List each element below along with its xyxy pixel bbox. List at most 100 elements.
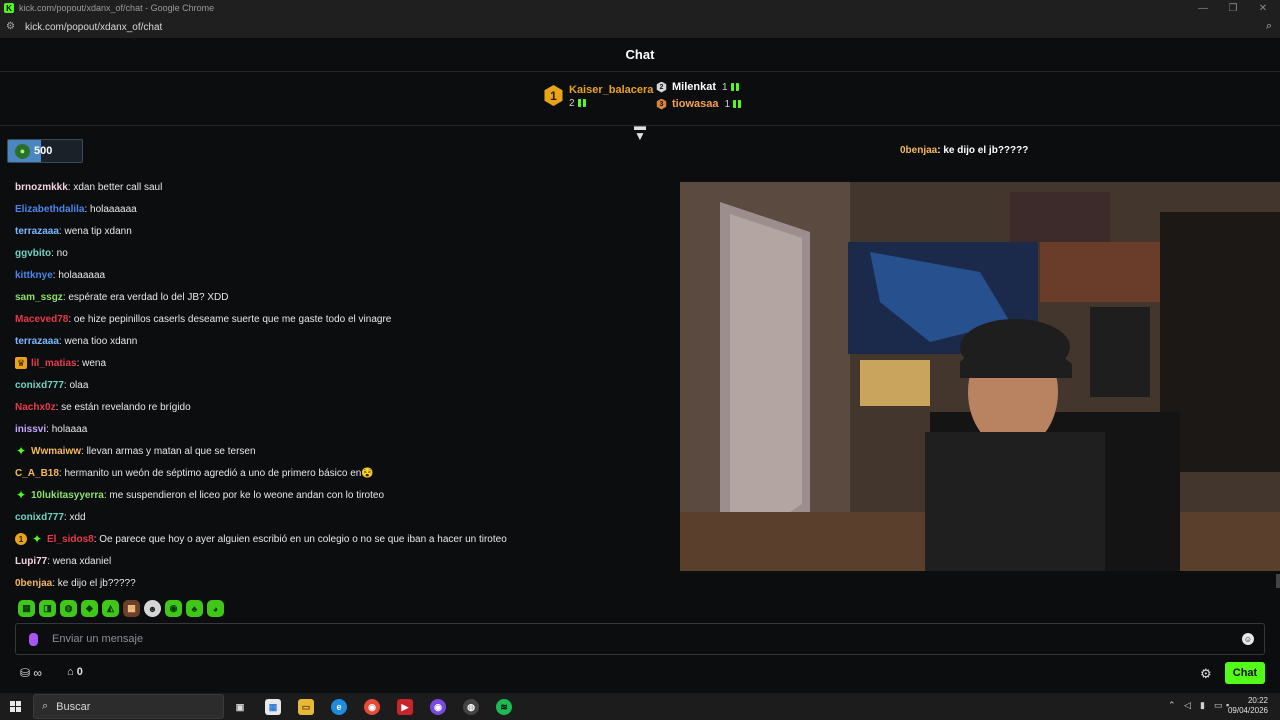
app-icon-grey[interactable]: ◍ xyxy=(463,699,479,715)
chat-username[interactable]: terrazaaa xyxy=(15,226,59,237)
chat-username[interactable]: conixd777 xyxy=(15,512,64,523)
leaderboard-third[interactable]: 3 tiowasaa 1 xyxy=(656,98,742,110)
chat-username[interactable]: brnozmkkk xyxy=(15,182,68,193)
chat-username[interactable]: El_sidos8 xyxy=(47,534,94,545)
chat-username[interactable]: conixd777 xyxy=(15,380,64,391)
chat-username[interactable]: 0benjaa xyxy=(15,578,52,589)
chat-username[interactable]: sam_ssgz xyxy=(15,292,63,303)
sparkle-badge-icon: ✦ xyxy=(15,444,27,458)
minimize-icon[interactable]: — xyxy=(1188,0,1218,16)
kick-emote-10-icon[interactable]: ◕ xyxy=(207,600,224,617)
pinned-message-user[interactable]: 0benjaa xyxy=(900,145,937,156)
webcam-scene xyxy=(680,182,1280,571)
edge-icon[interactable]: e xyxy=(331,699,347,715)
taskbar-clock[interactable]: 20:22 09/04/2026 xyxy=(1228,696,1268,716)
leaderboard-first-name[interactable]: Kaiser_balacera xyxy=(569,84,653,96)
task-view-icon[interactable]: ▣ xyxy=(232,699,248,715)
chat-username[interactable]: Elizabethdalila xyxy=(15,204,84,215)
chat-username[interactable]: ggvbito xyxy=(15,248,51,259)
kick-emote-5-icon[interactable]: ◭ xyxy=(102,600,119,617)
site-info-icon[interactable]: ⚙ xyxy=(6,22,18,32)
microphone-icon[interactable] xyxy=(29,632,38,646)
chat-username[interactable]: Wwmaiww xyxy=(31,446,81,457)
zoom-icon[interactable]: ⌕ xyxy=(1266,20,1272,33)
chat-username[interactable]: lil_matias xyxy=(31,358,77,369)
app-icon-red[interactable]: ▶ xyxy=(397,699,413,715)
kicks-goal[interactable]: ● 500 xyxy=(7,139,83,163)
page-title: Chat xyxy=(625,47,655,62)
battery-icon[interactable]: ▭ xyxy=(1214,700,1223,711)
emote-quick-bar: ▦ ◨ ◍ ◆ ◭ ▩ ☻ ◉ ♣ ◕ xyxy=(18,600,224,617)
kick-emote-1-icon[interactable]: ▦ xyxy=(18,600,35,617)
chat-message-text: : wena tip xdann xyxy=(58,225,132,237)
address-bar[interactable]: ⚙ kick.com/popout/xdanx_of/chat ⌕ xyxy=(0,16,1280,38)
collapse-leaderboard-icon[interactable]: ▬ ▼ xyxy=(633,120,647,142)
kick-favicon-icon: K xyxy=(4,3,14,13)
chat-username[interactable]: inissvi xyxy=(15,424,46,435)
emoji-picker-icon[interactable]: ☺ xyxy=(1242,633,1254,645)
chat-username[interactable]: 10lukitasyyerra xyxy=(31,490,104,501)
chat-message: terrazaaa: wena tioo xdann xyxy=(15,330,675,352)
windows-start-icon[interactable] xyxy=(10,701,21,712)
chrome-icon[interactable]: ◉ xyxy=(364,699,380,715)
kick-emote-9-icon[interactable]: ♣ xyxy=(186,600,203,617)
store-icon: ⌂ xyxy=(67,666,74,678)
store-app-icon[interactable]: ▦ xyxy=(265,699,281,715)
chat-username[interactable]: Lupi77 xyxy=(15,556,47,567)
chat-message-input[interactable] xyxy=(52,633,1202,645)
store-count: 0 xyxy=(76,666,83,678)
chat-message-text: : olaa xyxy=(63,379,89,391)
chat-message: C_A_B18: hermanito un weón de séptimo ag… xyxy=(15,462,675,484)
file-explorer-icon[interactable]: ▭ xyxy=(298,699,314,715)
chat-message: 0benjaa: ke dijo el jb????? xyxy=(15,572,675,594)
chat-toolbar: ⛁ ∞ ⌂ 0 ⚙ xyxy=(0,659,1280,689)
browser-title-bar: K kick.com/popout/xdanx_of/chat - Google… xyxy=(0,0,1280,16)
chat-message-text: : ke dijo el jb????? xyxy=(52,577,136,589)
chat-message-text: : xdd xyxy=(63,511,86,523)
chat-username[interactable]: kittknye xyxy=(15,270,53,281)
kick-emote-2-icon[interactable]: ◨ xyxy=(39,600,56,617)
kick-emote-7-icon[interactable]: ☻ xyxy=(144,600,161,617)
pinned-message: 0benjaa: ke dijo el jb????? xyxy=(900,145,1028,156)
url-text[interactable]: kick.com/popout/xdanx_of/chat xyxy=(25,22,162,33)
chat-message: inissvi: holaaaa xyxy=(15,418,675,440)
taskbar-search[interactable]: ⌕ Buscar xyxy=(33,694,224,719)
chat-username[interactable]: C_A_B18 xyxy=(15,468,59,479)
kick-emote-8-icon[interactable]: ◉ xyxy=(165,600,182,617)
chat-username[interactable]: Nachx0z xyxy=(15,402,56,413)
chat-username[interactable]: terrazaaa xyxy=(15,336,59,347)
chat-message-text: : holaaaaaa xyxy=(84,203,137,215)
chat-message-text: : oe hize pepinillos caserls deseame sue… xyxy=(68,313,392,325)
chat-scrollbar[interactable] xyxy=(1276,574,1280,588)
tray-chevron-icon[interactable]: ⌃ xyxy=(1168,700,1176,711)
volume-icon[interactable]: ◁ xyxy=(1184,700,1191,711)
chat-message-list: brnozmkkk: xdan better call saul Elizabet… xyxy=(15,176,675,594)
leaderboard-third-name[interactable]: tiowasaa xyxy=(672,98,718,110)
kick-emote-4-icon[interactable]: ◆ xyxy=(81,600,98,617)
gift-icon xyxy=(730,83,739,91)
kick-emote-6-icon[interactable]: ▩ xyxy=(123,600,140,617)
store-button[interactable]: ⌂ 0 xyxy=(67,666,83,678)
spotify-icon[interactable]: ≋ xyxy=(496,699,512,715)
chat-send-button[interactable]: Chat xyxy=(1225,662,1265,684)
close-icon[interactable]: ✕ xyxy=(1248,0,1278,16)
chat-username[interactable]: Maceved78 xyxy=(15,314,68,325)
network-icon[interactable]: ▮ xyxy=(1200,700,1205,711)
leaderboard-second-count: 1 xyxy=(722,81,728,93)
leaderboard-second-name[interactable]: Milenkat xyxy=(672,81,716,93)
message-input-box[interactable]: ☺ xyxy=(15,623,1265,655)
search-icon: ⌕ xyxy=(42,700,49,712)
restore-icon[interactable]: ❐ xyxy=(1218,0,1248,16)
app-icon-purple[interactable]: ◉ xyxy=(430,699,446,715)
chat-message: kittknye: holaaaaaa xyxy=(15,264,675,286)
gear-icon[interactable]: ⚙ xyxy=(1200,666,1212,682)
chat-header: Chat xyxy=(0,38,1280,72)
crown-badge-icon: ♛ xyxy=(15,357,27,369)
leaderboard-second[interactable]: 2 Milenkat 1 xyxy=(656,81,739,93)
leaderboard-first-count: 2 xyxy=(569,98,575,109)
kick-emote-3-icon[interactable]: ◍ xyxy=(60,600,77,617)
chat-message-text: : holaaaa xyxy=(46,423,88,435)
bronze-medal-icon: 3 xyxy=(656,98,667,110)
chat-message-text: : holaaaaaa xyxy=(52,269,106,281)
kicks-infinite-icon[interactable]: ⛁ ∞ xyxy=(20,666,42,680)
